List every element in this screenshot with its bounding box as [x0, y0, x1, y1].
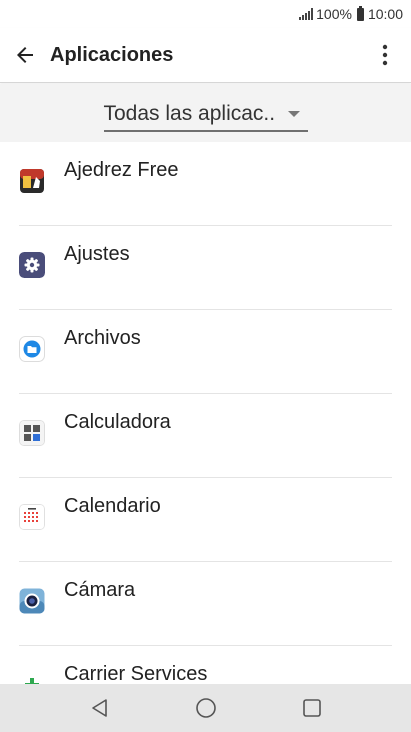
app-row-ajedrez-free[interactable]: Ajedrez Free [0, 142, 411, 226]
nav-home-button[interactable] [153, 684, 259, 732]
square-recents-icon [302, 699, 321, 717]
nav-back-button[interactable] [47, 684, 153, 732]
app-name: Archivos [64, 327, 141, 349]
dropdown-arrow-icon [287, 111, 300, 117]
status-bar: 100% 10:00 [0, 0, 411, 28]
app-name: Carrier Services [64, 663, 208, 685]
app-name: Ajustes [64, 243, 130, 265]
app-row-calendario[interactable]: Calendario [0, 478, 411, 562]
app-bar: Aplicaciones [0, 28, 411, 83]
navigation-bar [0, 684, 411, 732]
arrow-back-icon [17, 47, 33, 63]
circle-home-icon [195, 698, 216, 718]
files-folder-icon [19, 336, 45, 362]
filter-bar: Todas las aplicac.. [0, 84, 411, 142]
app-row-calculadora[interactable]: Calculadora [0, 394, 411, 478]
signal-icon [299, 8, 314, 20]
app-filter-value: Todas las aplicac.. [103, 102, 276, 125]
overflow-menu-button[interactable] [365, 28, 405, 83]
nav-recents-button[interactable] [259, 684, 365, 732]
app-name: Calendario [64, 495, 161, 517]
app-name: Ajedrez Free [64, 159, 179, 181]
app-name: Calculadora [64, 411, 171, 433]
app-filter-dropdown[interactable]: Todas las aplicac.. [103, 98, 308, 132]
camera-icon [19, 588, 45, 614]
back-button[interactable] [0, 28, 50, 83]
clock: 10:00 [367, 6, 403, 22]
app-row-archivos[interactable]: Archivos [0, 310, 411, 394]
page-title: Aplicaciones [50, 43, 174, 66]
calculator-icon [19, 420, 45, 446]
triangle-back-icon [91, 699, 107, 717]
battery-icon [356, 5, 364, 21]
chess-app-icon [20, 169, 44, 193]
app-row-ajustes[interactable]: Ajustes [0, 226, 411, 310]
more-vert-icon [382, 44, 388, 66]
settings-gear-icon [19, 252, 45, 278]
calendar-icon [19, 504, 45, 530]
app-row-camara[interactable]: Cámara [0, 562, 411, 646]
battery-percent: 100% [316, 6, 352, 22]
app-name: Cámara [64, 579, 136, 601]
app-list: Ajedrez Free Ajustes Archivos Calculador… [0, 142, 411, 730]
